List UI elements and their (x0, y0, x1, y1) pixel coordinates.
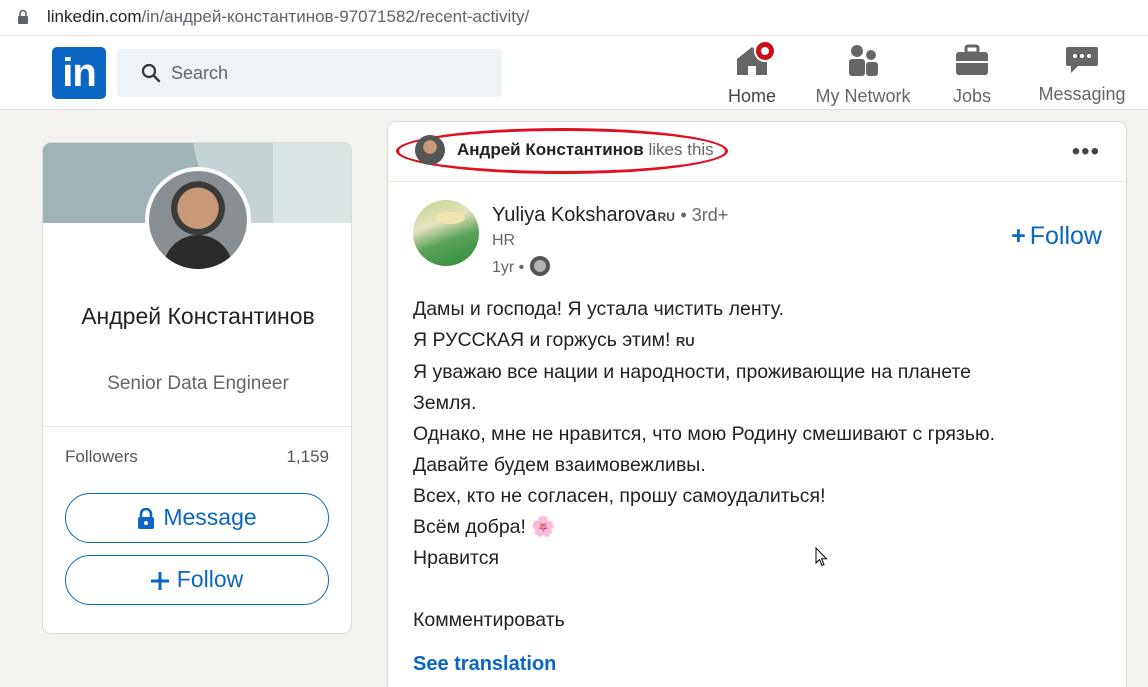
avatar-hat (435, 212, 465, 224)
url-domain: linkedin.com (47, 7, 142, 26)
lock-icon (138, 507, 155, 529)
post-time: 1yr • (492, 256, 551, 277)
profile-avatar[interactable] (145, 167, 251, 273)
search-icon (141, 63, 161, 83)
activity-action: likes this (648, 140, 714, 159)
nav-my-network[interactable]: My Network (808, 42, 918, 108)
nav-jobs-label: Jobs (952, 86, 992, 106)
author-headline: HR (492, 232, 516, 249)
follow-author-label: Follow (1029, 222, 1102, 250)
notification-badge (754, 40, 776, 62)
author-name-line[interactable]: Yuliya KoksharovaRU • 3rd+ (492, 204, 728, 227)
nav-jobs[interactable]: Jobs (940, 42, 1004, 108)
post-text: Дамы и господа! Я устала чистить ленту. … (413, 294, 1103, 636)
url-path: /in/андрей-константинов-97071582/recent-… (141, 7, 530, 26)
profile-card: Андрей Константинов Senior Data Engineer… (42, 142, 352, 634)
post-line (413, 574, 1103, 605)
more-options-icon[interactable]: ••• (1072, 138, 1100, 166)
actor-avatar[interactable] (415, 135, 445, 165)
follow-button[interactable]: Follow (65, 555, 329, 605)
nav-my-network-label: My Network (815, 86, 911, 106)
globe-icon (530, 256, 551, 276)
follow-author-button[interactable]: + Follow (1011, 222, 1102, 251)
nav-notifications[interactable]: N (1136, 42, 1148, 108)
followers-label: Followers (65, 447, 138, 466)
post-line: Однако, мне не нравится, что мою Родину … (413, 423, 996, 445)
author-avatar[interactable] (413, 200, 479, 266)
home-icon (734, 40, 776, 78)
post-line: Всех, кто не согласен, прошу самоудалить… (413, 485, 826, 507)
post-line: Нравится (413, 547, 500, 569)
post-line: Дамы и господа! Я устала чистить ленту. (413, 298, 784, 320)
activity-text: Андрей Константинов likes this (457, 140, 714, 160)
messaging-icon (1064, 42, 1100, 78)
message-button-label: Message (163, 504, 257, 530)
connection-degree: • 3rd+ (680, 205, 729, 225)
top-navigation: in Home My Network (0, 36, 1148, 110)
actor-name[interactable]: Андрей Константинов (457, 140, 644, 159)
post-line-text: Я РУССКАЯ и горжусь этим! (413, 329, 671, 351)
see-translation-link[interactable]: See translation (413, 653, 556, 676)
network-icon (845, 42, 881, 78)
post-line: Я уважаю все нации и народности, прожива… (413, 361, 972, 383)
plus-icon (150, 571, 169, 590)
profile-name: Андрей Константинов (81, 303, 315, 329)
plus-icon: + (1011, 222, 1026, 250)
time-value: 1yr (492, 259, 515, 276)
divider (43, 426, 351, 427)
mouse-cursor-icon (815, 547, 828, 567)
flag-text: RU (675, 334, 695, 349)
briefcase-icon (954, 42, 990, 78)
author-name[interactable]: Yuliya Koksharova (492, 204, 657, 226)
nav-home[interactable]: Home (718, 40, 786, 108)
activity-post-card: Андрей Константинов likes this ••• Yuliy… (387, 121, 1127, 687)
followers-count: 1,159 (286, 447, 329, 466)
linkedin-logo[interactable]: in (52, 47, 106, 99)
nav-home-label: Home (727, 86, 776, 106)
search-box[interactable] (117, 49, 502, 97)
url-text[interactable]: linkedin.com/in/андрей-константинов-9707… (47, 7, 529, 27)
message-button[interactable]: Message (65, 493, 329, 543)
search-input[interactable] (171, 59, 471, 87)
post-line-text: Всём добра! (413, 516, 526, 538)
nav-messaging[interactable]: Messaging (1034, 42, 1130, 108)
post-line: Давайте будем взаимовежливы. (413, 454, 706, 476)
degree-value: 3rd+ (691, 205, 729, 225)
lock-icon (18, 9, 28, 24)
post-line: Я РУССКАЯ и горжусь этим! RU (413, 325, 1103, 357)
profile-headline: Senior Data Engineer (107, 373, 289, 394)
avatar-shirt (163, 235, 233, 269)
cover-shape (273, 143, 351, 223)
browser-address-bar[interactable]: linkedin.com/in/андрей-константинов-9707… (0, 0, 1148, 36)
activity-header: Андрей Константинов likes this ••• (388, 122, 1126, 182)
nav-notifications-label: N (1136, 86, 1148, 107)
post-line: Всём добра! 🌸 (413, 512, 1103, 543)
follow-button-label: Follow (176, 566, 244, 592)
nav-messaging-label: Messaging (1038, 84, 1126, 104)
flower-emoji: 🌸 (531, 516, 556, 538)
post-line: Земля. (413, 392, 477, 414)
author-flag: RU (657, 210, 675, 224)
notifications-icon (1138, 42, 1148, 78)
post-line: Комментировать (413, 609, 565, 631)
